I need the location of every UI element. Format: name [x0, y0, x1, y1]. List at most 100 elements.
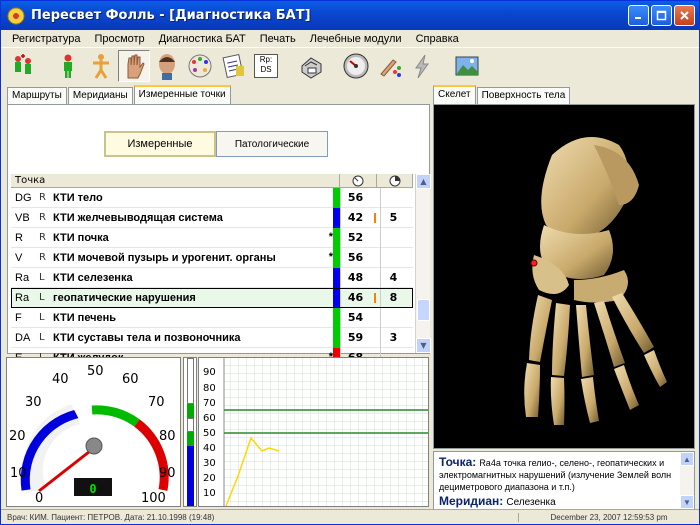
grid-rows: DG R КТИ тело 56 VB R КТИ желчевыводящая систе…: [11, 187, 413, 368]
tab-skeleton[interactable]: Скелет: [433, 85, 476, 104]
grid-scrollbar[interactable]: ▲ ▼: [415, 174, 431, 353]
header-value[interactable]: [340, 174, 377, 187]
info-scrollbar[interactable]: ▲ ▼: [680, 452, 694, 509]
tab-routes[interactable]: Маршруты: [7, 87, 67, 104]
rp-ds-button[interactable]: Rp: DS: [250, 50, 282, 82]
point-name: КТИ селезенка: [53, 271, 133, 284]
scale-tick-70: 70: [203, 398, 216, 409]
pathological-toggle[interactable]: Патологические: [216, 131, 328, 157]
menu-treatment[interactable]: Лечебные модули: [303, 33, 409, 45]
app-icon: [7, 7, 25, 25]
drop-value: [380, 307, 406, 328]
meridian-value: Селезенка: [506, 497, 556, 508]
scroll-up-button[interactable]: ▲: [416, 174, 431, 189]
meridian-code: DA: [15, 331, 31, 344]
landscape-button[interactable]: [451, 50, 483, 82]
head-button[interactable]: [151, 50, 183, 82]
foot-skeleton-image: [524, 137, 667, 425]
notes-button[interactable]: [217, 50, 249, 82]
scroll-down-button[interactable]: ▼: [416, 338, 431, 353]
table-row[interactable]: F L КТИ печень 54: [11, 307, 413, 328]
header-point[interactable]: Точка: [11, 174, 340, 187]
scale-tick-20: 20: [203, 473, 216, 484]
point-name: КТИ почка *: [53, 230, 333, 244]
patient-button[interactable]: [52, 50, 84, 82]
close-button[interactable]: [674, 5, 695, 26]
menu-diagnostics[interactable]: Диагностика БАТ: [152, 33, 253, 45]
skeleton-view: [433, 104, 695, 449]
toolbar: Rp: DS: [1, 49, 699, 83]
side-code: L: [39, 272, 45, 283]
point-info: Точка: Ra4a точка гелио-, селено-, геопа…: [433, 451, 695, 510]
table-row[interactable]: VB R КТИ желчевыводящая система 42 5: [11, 207, 413, 228]
measured-value: 56: [340, 187, 370, 208]
measured-value: 46: [340, 287, 370, 308]
scale-tick-10: 10: [203, 488, 216, 499]
status-bar: Врач: КИМ. Пациент: ПЕТРОВ. Дата: 21.10.…: [1, 509, 699, 525]
measured-toggle[interactable]: Измеренные: [104, 131, 216, 157]
meridian-code: R: [15, 231, 23, 244]
drop-value: 4: [380, 267, 406, 288]
gauge-tick-10: 10: [10, 466, 27, 481]
maximize-button[interactable]: [651, 5, 672, 26]
gauge-tick-80: 80: [159, 429, 176, 444]
main-window: Пересвет Фолль - [Диагностика БАТ] Регис…: [0, 0, 700, 525]
body-figure-icon: [93, 54, 109, 79]
brush-colors-icon: [380, 59, 401, 77]
drop-value: [380, 227, 406, 248]
patients-button[interactable]: [7, 50, 39, 82]
lightning-button[interactable]: [406, 50, 438, 82]
scale-tick-50: 50: [203, 428, 216, 439]
body-button[interactable]: [85, 50, 117, 82]
table-row[interactable]: DA L КТИ суставы тела и позвоночника 59 3: [11, 327, 413, 348]
point-name: КТИ суставы тела и позвоночника: [53, 331, 241, 344]
measured-value: 59: [340, 327, 370, 348]
gauge-tick-20: 20: [9, 429, 26, 444]
side-code: R: [39, 192, 46, 203]
table-row[interactable]: Ra Lгеопатические нарушения 46 8: [11, 287, 413, 308]
drop-value: [380, 247, 406, 268]
menu-bar: Регистратура Просмотр Диагностика БАТ Пе…: [1, 30, 699, 48]
zone-color-swatch: [333, 327, 340, 348]
measured-value: 54: [340, 307, 370, 328]
meter-button[interactable]: [340, 50, 372, 82]
minimize-button[interactable]: [628, 5, 649, 26]
menu-help[interactable]: Справка: [409, 33, 466, 45]
side-code: L: [39, 332, 45, 343]
status-session: Врач: КИМ. Пациент: ПЕТРОВ. Дата: 21.10.…: [1, 513, 519, 522]
tab-meridians[interactable]: Меридианы: [67, 87, 133, 104]
table-row[interactable]: DG R КТИ тело 56: [11, 187, 413, 208]
scale-tick-80: 80: [203, 383, 216, 394]
table-row[interactable]: V R КТИ мочевой пузырь и урогенит. органы *…: [11, 247, 413, 268]
gauge-tick-30: 30: [25, 395, 42, 410]
table-row[interactable]: R R КТИ почка * 52: [11, 227, 413, 248]
menu-view[interactable]: Просмотр: [87, 33, 151, 45]
hand-icon: [127, 54, 145, 79]
two-persons-icon: [15, 54, 31, 74]
drop-value: 8: [380, 287, 406, 308]
point-label: Точка:: [439, 455, 477, 469]
grid-header: Точка: [11, 174, 413, 188]
menu-print[interactable]: Печать: [253, 33, 303, 45]
side-code: L: [39, 292, 45, 303]
dye-button[interactable]: [373, 50, 405, 82]
menu-registry[interactable]: Регистратура: [5, 33, 87, 45]
hand-button[interactable]: [118, 50, 150, 82]
point-marker[interactable]: [530, 259, 538, 267]
print-button[interactable]: [295, 50, 327, 82]
scale-tick-40: 40: [203, 443, 216, 454]
info-scroll-up[interactable]: ▲: [680, 452, 694, 466]
table-row[interactable]: Ra L КТИ селезенка 48 4: [11, 267, 413, 288]
points-grid: Точка DG R КТИ тело 56 VB R КТИ желчевыводящая…: [11, 174, 431, 368]
chart-button[interactable]: [184, 50, 216, 82]
meridian-code: Ra: [15, 291, 30, 304]
meridian-label: Меридиан:: [439, 494, 504, 508]
scroll-thumb[interactable]: [417, 299, 430, 321]
header-drop[interactable]: [377, 174, 413, 187]
tab-body-surface[interactable]: Поверхность тела: [476, 87, 571, 104]
zone-color-swatch: [333, 187, 340, 208]
zone-color-swatch: [333, 307, 340, 328]
info-scroll-down[interactable]: ▼: [680, 495, 694, 509]
gauge-tick-90: 90: [159, 466, 176, 481]
tab-measured-points[interactable]: Измеренные точки: [133, 85, 231, 104]
